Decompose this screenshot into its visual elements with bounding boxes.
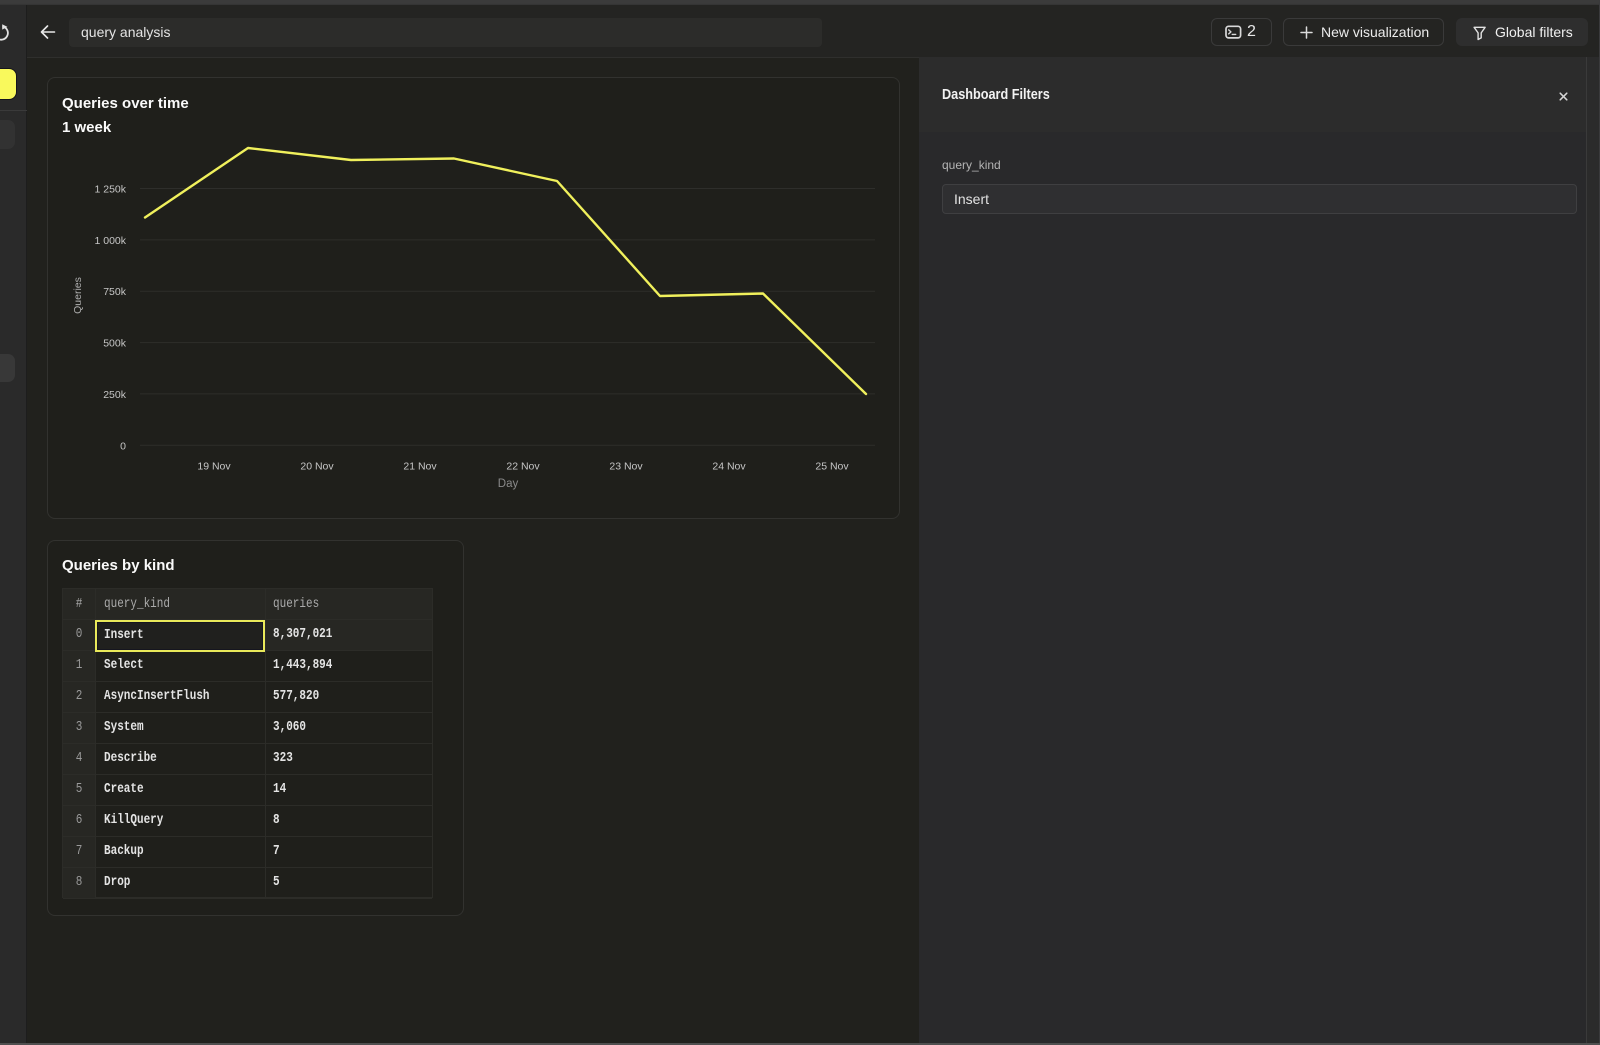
svg-text:1 000k: 1 000k xyxy=(94,235,126,247)
svg-text:500k: 500k xyxy=(103,338,127,350)
svg-text:20 Nov: 20 Nov xyxy=(300,461,334,473)
svg-text:23 Nov: 23 Nov xyxy=(609,461,643,473)
svg-text:0: 0 xyxy=(120,440,126,452)
svg-text:21 Nov: 21 Nov xyxy=(403,461,437,473)
svg-text:Queries: Queries xyxy=(72,277,84,314)
svg-text:250k: 250k xyxy=(103,389,127,401)
svg-text:750k: 750k xyxy=(103,286,127,298)
svg-text:1 250k: 1 250k xyxy=(94,184,126,196)
svg-text:24 Nov: 24 Nov xyxy=(712,461,746,473)
svg-text:19 Nov: 19 Nov xyxy=(197,461,231,473)
svg-text:Day: Day xyxy=(498,478,519,490)
svg-text:22 Nov: 22 Nov xyxy=(506,461,540,473)
svg-text:25 Nov: 25 Nov xyxy=(815,461,849,473)
